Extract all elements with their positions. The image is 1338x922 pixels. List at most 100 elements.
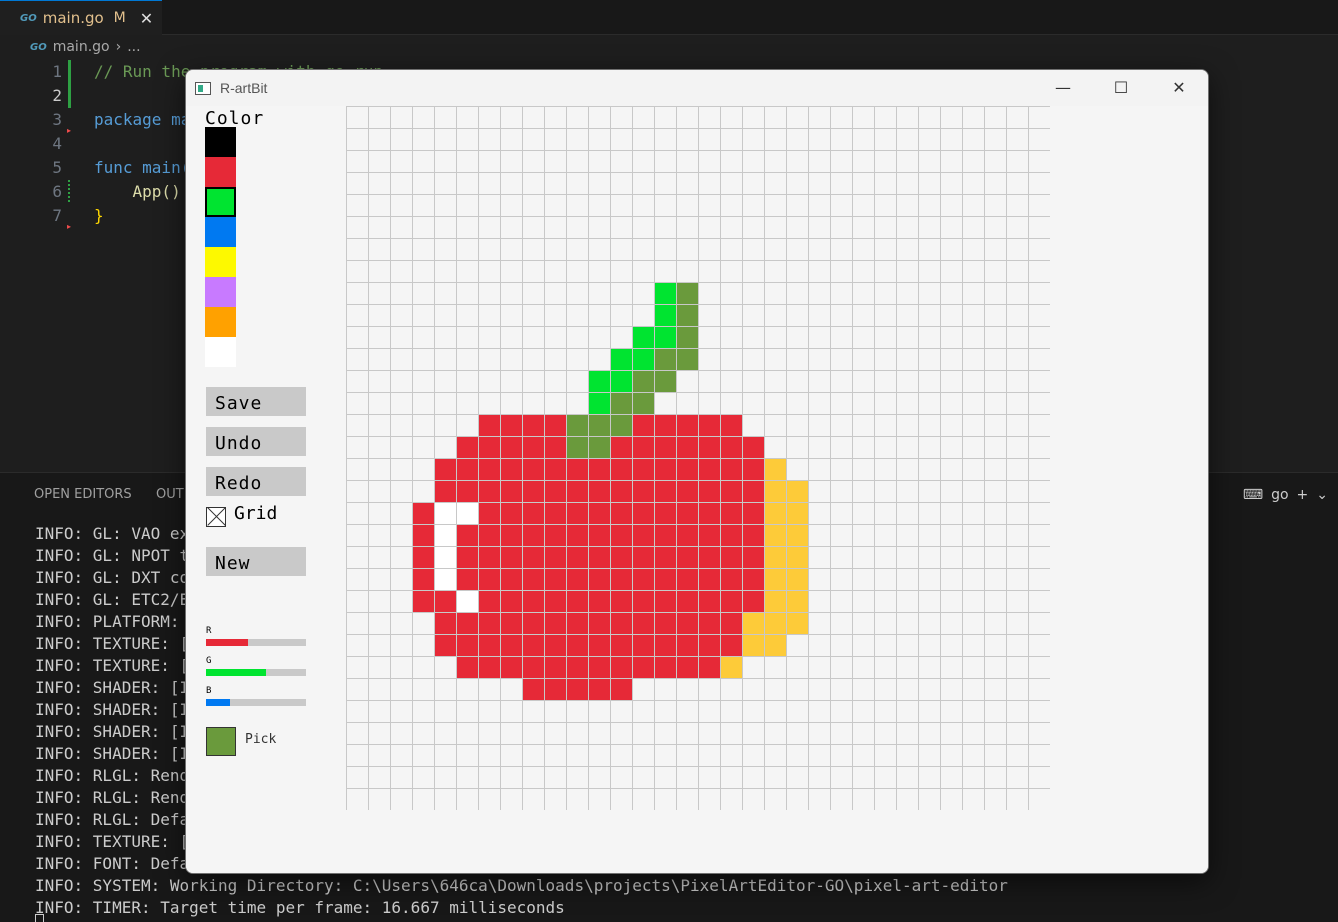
pixel-cell[interactable] [456,128,479,151]
pixel-cell[interactable] [698,326,721,349]
pixel-cell[interactable] [654,172,677,195]
pixel-cell[interactable] [676,128,699,151]
pixel-cell[interactable] [390,546,413,569]
pixel-cell[interactable] [544,678,567,701]
pixel-cell[interactable] [918,282,941,305]
pixel-cell[interactable] [742,568,765,591]
pixel-cell[interactable] [962,304,985,327]
pixel-cell[interactable] [852,524,875,547]
pixel-cell[interactable] [984,744,1007,767]
pixel-cell[interactable] [852,436,875,459]
pixel-cell[interactable] [456,788,479,811]
pixel-cell[interactable] [500,744,523,767]
pixel-cell[interactable] [566,524,589,547]
pixel-cell[interactable] [1028,656,1051,679]
pixel-cell[interactable] [1028,304,1051,327]
pixel-cell[interactable] [654,370,677,393]
pixel-cell[interactable] [478,656,501,679]
pixel-cell[interactable] [786,348,809,371]
pixel-cell[interactable] [830,766,853,789]
pixel-cell[interactable] [764,282,787,305]
pixel-cell[interactable] [346,458,369,481]
pixel-cell[interactable] [544,590,567,613]
pixel-cell[interactable] [390,370,413,393]
pixel-cell[interactable] [808,128,831,151]
pixel-cell[interactable] [566,128,589,151]
pixel-cell[interactable] [412,414,435,437]
pixel-cell[interactable] [896,568,919,591]
pixel-cell[interactable] [852,568,875,591]
pixel-cell[interactable] [874,744,897,767]
pixel-cell[interactable] [500,282,523,305]
pixel-cell[interactable] [1006,326,1029,349]
pixel-cell[interactable] [478,590,501,613]
pixel-cell[interactable] [456,546,479,569]
pixel-cell[interactable] [830,678,853,701]
pixel-cell[interactable] [1028,172,1051,195]
pixel-cell[interactable] [456,392,479,415]
pixel-cell[interactable] [500,238,523,261]
pixel-cell[interactable] [764,260,787,283]
pixel-cell[interactable] [390,282,413,305]
pixel-cell[interactable] [852,106,875,129]
pixel-cell[interactable] [874,216,897,239]
pixel-cell[interactable] [346,238,369,261]
pixel-cell[interactable] [390,502,413,525]
pixel-cell[interactable] [896,502,919,525]
pixel-cell[interactable] [676,326,699,349]
pixel-cell[interactable] [984,304,1007,327]
pixel-cell[interactable] [1006,348,1029,371]
pixel-cell[interactable] [456,216,479,239]
pixel-cell[interactable] [698,656,721,679]
pixel-cell[interactable] [786,128,809,151]
pixel-cell[interactable] [654,458,677,481]
pixel-cell[interactable] [434,260,457,283]
pixel-cell[interactable] [522,348,545,371]
pixel-cell[interactable] [698,722,721,745]
pixel-cell[interactable] [852,546,875,569]
pixel-cell[interactable] [566,634,589,657]
pixel-cell[interactable] [918,546,941,569]
pixel-cell[interactable] [456,348,479,371]
pixel-cell[interactable] [984,590,1007,613]
pixel-cell[interactable] [478,150,501,173]
pixel-cell[interactable] [500,546,523,569]
pixel-cell[interactable] [368,546,391,569]
pixel-cell[interactable] [830,744,853,767]
pixel-cell[interactable] [874,502,897,525]
pixel-cell[interactable] [610,238,633,261]
pixel-cell[interactable] [720,656,743,679]
pixel-cell[interactable] [918,128,941,151]
pixel-cell[interactable] [1006,216,1029,239]
pixel-cell[interactable] [544,612,567,635]
pixel-cell[interactable] [610,392,633,415]
pixel-cell[interactable] [478,722,501,745]
pixel-cell[interactable] [742,612,765,635]
pixel-cell[interactable] [698,612,721,635]
breadcrumb-file[interactable]: main.go [53,39,110,55]
pixel-cell[interactable] [456,436,479,459]
pixel-cell[interactable] [346,546,369,569]
pixel-cell[interactable] [896,700,919,723]
pixel-cell[interactable] [1006,612,1029,635]
pixel-cell[interactable] [522,788,545,811]
pixel-cell[interactable] [368,634,391,657]
pixel-cell[interactable] [412,568,435,591]
pixel-cell[interactable] [522,744,545,767]
pixel-cell[interactable] [830,546,853,569]
pixel-cell[interactable] [610,260,633,283]
pixel-cell[interactable] [742,788,765,811]
pixel-cell[interactable] [918,348,941,371]
pixel-cell[interactable] [610,458,633,481]
pixel-cell[interactable] [412,678,435,701]
pixel-cell[interactable] [544,546,567,569]
pixel-cell[interactable] [962,524,985,547]
pixel-cell[interactable] [346,392,369,415]
pixel-cell[interactable] [610,480,633,503]
pixel-cell[interactable] [478,172,501,195]
pixel-cell[interactable] [654,304,677,327]
pixel-cell[interactable] [874,106,897,129]
pixel-cell[interactable] [962,590,985,613]
pixel-cell[interactable] [544,436,567,459]
pixel-cell[interactable] [720,260,743,283]
